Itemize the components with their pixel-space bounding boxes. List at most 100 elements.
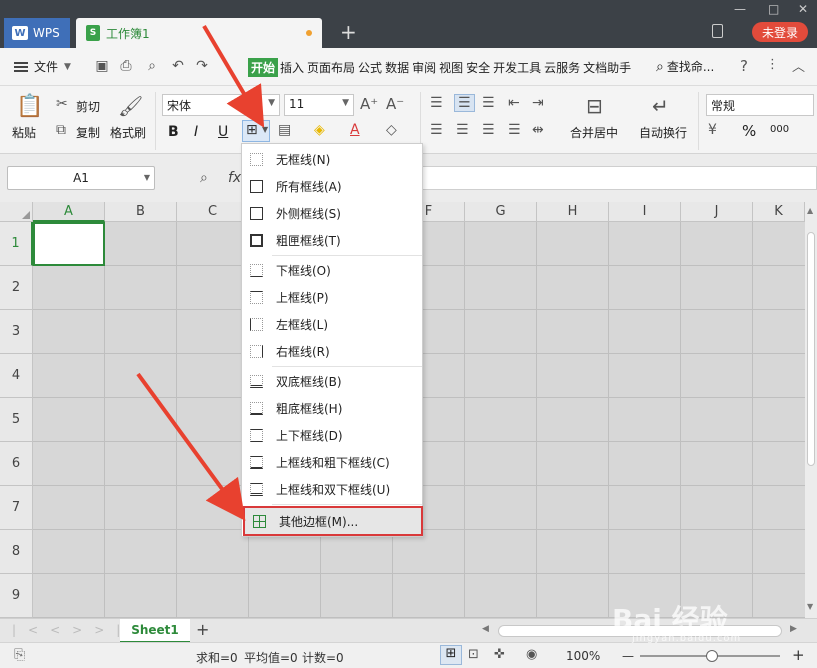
vertical-scrollbar[interactable]: ▲ ▼ [805,202,817,618]
align-left-icon[interactable]: ☰ [430,122,443,138]
reading-mode-icon[interactable]: ✜ [494,647,505,662]
collapse-ribbon-icon[interactable]: ︿ [792,56,805,75]
paste-icon[interactable]: 📋 [16,94,43,119]
increase-indent-icon[interactable]: ⇥ [532,95,544,111]
row-header[interactable]: 9 [0,574,33,618]
tab-home[interactable]: 开始 [248,58,279,77]
print-icon[interactable]: ⎙ [118,58,134,74]
underline-button[interactable]: U [218,124,228,140]
borders-button[interactable]: ⊞ ▼ [242,120,270,142]
normal-view-icon[interactable]: ⊞ [440,645,462,665]
wps-home-tab[interactable]: W WPS [4,18,70,48]
name-box[interactable]: A1 ▼ [7,166,155,190]
more-icon[interactable]: ⋮ [766,57,779,72]
row-header[interactable]: 4 [0,354,33,398]
file-menu[interactable]: 文件 ▼ [14,58,71,75]
column-header[interactable]: B [105,202,177,222]
redo-icon[interactable]: ↷ [194,58,210,74]
zoom-level[interactable]: 100% [566,649,600,663]
align-middle-icon[interactable]: ☰ [454,94,475,112]
font-color-icon[interactable]: A [350,122,360,138]
document-tab[interactable]: S 工作簿1 [76,18,322,48]
tab-insert[interactable]: 插入 [279,58,305,77]
tab-formulas[interactable]: 公式 [357,58,383,77]
menu-item-outside-borders[interactable]: 外侧框线(S) [242,200,422,227]
bold-button[interactable]: B [168,124,179,140]
row-header[interactable]: 5 [0,398,33,442]
column-header[interactable]: C [177,202,249,222]
format-painter-button[interactable]: 格式刷 [110,124,146,141]
column-header[interactable]: H [537,202,609,222]
vertical-scroll-thumb[interactable] [807,232,815,466]
distributed-icon[interactable]: ⇹ [532,122,544,138]
login-button[interactable]: 未登录 [752,22,808,42]
align-right-icon[interactable]: ☰ [482,122,495,138]
scroll-up-icon[interactable]: ▲ [807,206,813,215]
help-button[interactable]: ? [740,57,748,75]
tab-data[interactable]: 数据 [384,58,410,77]
font-name-select[interactable]: 宋体 ▼ [162,94,280,116]
scroll-left-icon[interactable]: ◀ [482,624,489,634]
wrap-text-button[interactable]: 自动换行 [639,124,687,141]
row-header[interactable]: 7 [0,486,33,530]
zoom-in-button[interactable]: + [792,646,805,664]
eye-protect-icon[interactable]: ◉ [526,647,537,662]
undo-icon[interactable]: ↶ [170,58,186,74]
menu-item-thick-box-border[interactable]: 粗匣框线(T) [242,227,422,254]
tab-cloud[interactable]: 云服务 [543,58,581,77]
menu-item-no-border[interactable]: 无框线(N) [242,146,422,173]
save-icon[interactable]: ▣ [94,58,110,74]
column-header[interactable]: A [33,202,105,222]
decrease-indent-icon[interactable]: ⇤ [508,95,520,111]
cell-style-icon[interactable]: ▤ [278,122,291,138]
currency-icon[interactable]: ¥ [708,122,717,138]
tab-review[interactable]: 审阅 [411,58,437,77]
scroll-down-icon[interactable]: ▼ [807,602,813,611]
command-search[interactable]: ⌕ 查找命... [656,58,714,75]
print-preview-icon[interactable]: ⌕ [144,58,160,74]
fill-color-icon[interactable]: ◈ [314,122,325,138]
menu-item-top-border[interactable]: 上框线(P) [242,284,422,311]
column-header[interactable]: J [681,202,753,222]
minimize-button[interactable]: — [734,2,746,16]
italic-button[interactable]: I [194,124,198,140]
percent-button[interactable]: % [742,122,756,140]
select-all-button[interactable] [0,202,33,222]
justify-icon[interactable]: ☰ [508,122,521,138]
row-header[interactable]: 6 [0,442,33,486]
menu-item-bottom-border[interactable]: 下框线(O) [242,257,422,284]
page-break-view-icon[interactable]: ⊡ [468,647,479,662]
decrease-font-icon[interactable]: A⁻ [386,95,404,113]
row-header[interactable]: 2 [0,266,33,310]
scroll-right-icon[interactable]: ▶ [790,624,797,634]
column-header[interactable]: K [753,202,805,222]
align-top-icon[interactable]: ☰ [430,95,443,111]
cut-button[interactable]: 剪切 [76,98,100,115]
add-sheet-button[interactable]: + [196,620,209,639]
paste-button[interactable]: 粘贴 [12,124,36,141]
row-header[interactable]: 1 [0,222,33,266]
row-header[interactable]: 3 [0,310,33,354]
zoom-slider-knob[interactable] [706,650,718,662]
menu-item-top-double-bottom-border[interactable]: 上框线和双下框线(U) [242,476,422,503]
tab-view[interactable]: 视图 [438,58,464,77]
menu-item-top-bottom-border[interactable]: 上下框线(D) [242,422,422,449]
menu-item-thick-bottom-border[interactable]: 粗底框线(H) [242,395,422,422]
tab-doc-assistant[interactable]: 文档助手 [582,58,632,77]
row-header[interactable]: 8 [0,530,33,574]
zoom-search-icon[interactable]: ⌕ [200,170,208,186]
sheet-nav-icons[interactable]: |<<>>| [12,623,132,637]
tab-security[interactable]: 安全 [465,58,491,77]
menu-item-double-bottom-border[interactable]: 双底框线(B) [242,368,422,395]
macro-icon[interactable]: ⎘ [14,647,25,663]
merge-center-button[interactable]: 合并居中 [570,124,618,141]
column-header[interactable]: G [465,202,537,222]
menu-item-more-borders[interactable]: 其他边框(M)... [243,506,423,536]
font-size-select[interactable]: 11 ▼ [284,94,354,116]
clear-format-icon[interactable]: ◇ [386,122,397,138]
tablet-mode-icon[interactable] [712,24,723,38]
column-header[interactable]: I [609,202,681,222]
tab-developer[interactable]: 开发工具 [492,58,542,77]
menu-item-right-border[interactable]: 右框线(R) [242,338,422,365]
zoom-slider[interactable] [640,650,780,662]
